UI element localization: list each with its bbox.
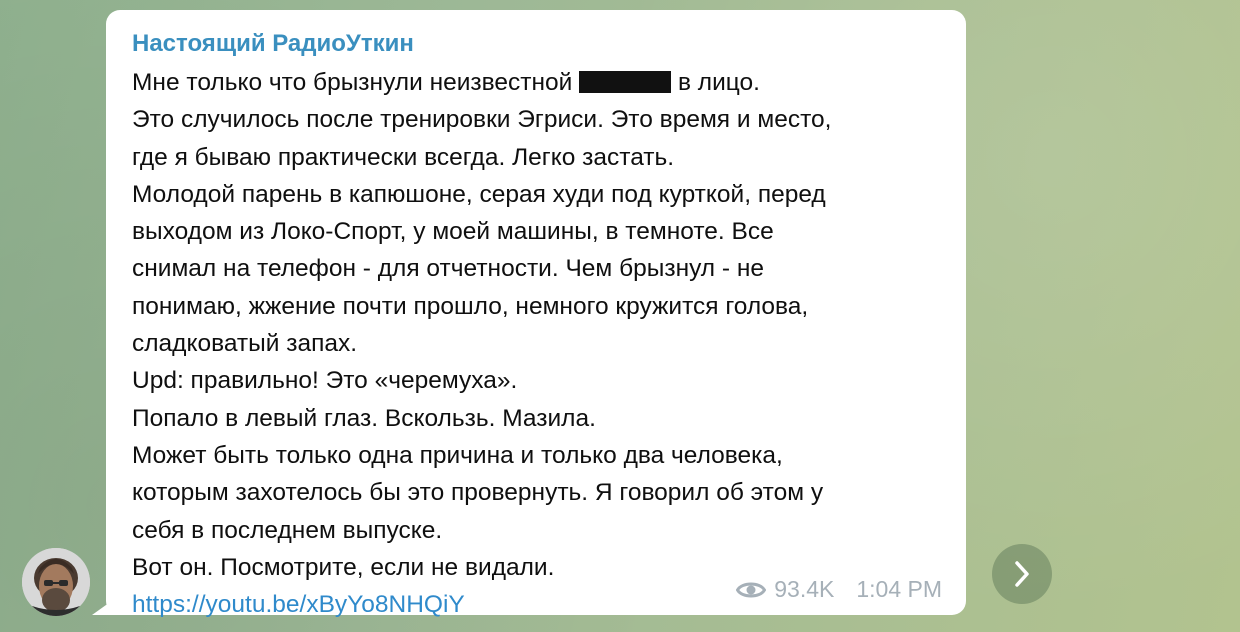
message-line: Молодой парень в капюшоне, серая худи по… <box>132 180 826 208</box>
eye-icon <box>736 582 767 597</box>
share-button[interactable] <box>992 544 1052 604</box>
message-line-0-start: Мне только что брызнули неизвестной <box>132 69 573 96</box>
channel-avatar[interactable] <box>22 548 90 616</box>
message-text: Мне только что брызнули неизвестной в ли… <box>132 64 940 586</box>
message-line: понимаю, жжение почти прошло, немного кр… <box>132 292 809 320</box>
message-line: которым захотелось бы это провернуть. Я … <box>132 479 824 507</box>
message-line: где я бываю практически всегда. Легко за… <box>132 143 675 171</box>
view-count: 93.4K <box>774 576 835 602</box>
message-line: снимал на телефон - для отчетности. Чем … <box>132 255 765 283</box>
message-line: Попало в левый глаз. Вскользь. Мазила. <box>132 404 596 432</box>
message-line: Это случилось после тренировки Эгриси. Э… <box>132 106 832 134</box>
avatar-image <box>22 548 90 616</box>
message-line-0: Мне только что брызнули неизвестной в ли… <box>132 64 940 101</box>
channel-name[interactable]: Настоящий РадиоУткин <box>132 30 940 58</box>
message-meta: 93.4K 1:04 PM <box>736 576 942 603</box>
message-time: 1:04 PM <box>856 576 942 602</box>
message-bubble: Настоящий РадиоУткин Мне только что брыз… <box>106 10 966 618</box>
redaction-block <box>579 71 672 93</box>
message-line: себя в последнем выпуске. <box>132 516 443 544</box>
message-line: Может быть только одна причина и только … <box>132 441 783 469</box>
message-line: выходом из Локо-Спорт, у моей машины, в … <box>132 218 774 246</box>
message-line-0-end: в лицо. <box>677 69 760 96</box>
chevron-right-icon <box>1015 561 1029 587</box>
message-line: Upd: правильно! Это «черемуха». <box>132 367 518 395</box>
message-line: сладковатый запах. <box>132 330 358 358</box>
youtube-link[interactable]: https://youtu.be/xByYo8NHQiY <box>132 591 465 618</box>
